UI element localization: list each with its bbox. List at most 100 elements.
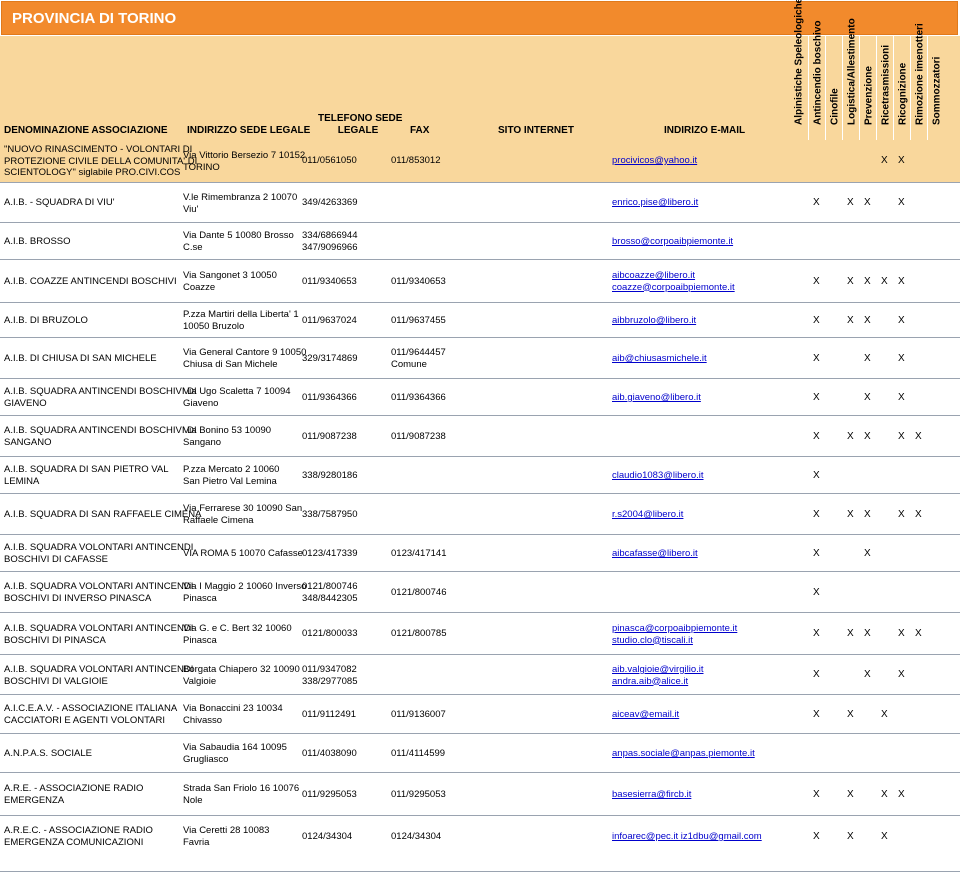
association-email-line[interactable]: aib.giaveno@libero.it [612, 392, 701, 404]
association-name-line: A.I.B. COAZZE ANTINCENDI BOSCHIVI [4, 276, 177, 287]
association-address-line: Via Sabaudia 164 10095 [183, 742, 287, 753]
skill-mark: X [864, 628, 871, 639]
association-fax: 011/9637455 [391, 315, 446, 327]
skill-mark: X [813, 831, 820, 842]
association-email[interactable]: anpas.sociale@anpas.piemonte.it [612, 748, 755, 760]
association-email-line[interactable]: aiceav@email.it [612, 709, 679, 721]
association-address-line: Grugliasco [183, 753, 229, 765]
association-name-line: BOSCHIVI DI VALGIOIE [4, 675, 108, 687]
association-email[interactable]: basesierra@fircb.it [612, 789, 691, 801]
association-email-line[interactable]: infoarec@pec.it iz1dbu@gmail.com [612, 831, 762, 843]
skill-mark: X [847, 831, 854, 842]
association-name: A.I.B. SQUADRA VOLONTARI ANTINCENDI BOSCH… [4, 623, 193, 646]
association-name-line: A.I.B. DI BRUZOLO [4, 315, 88, 326]
association-address-line: Valgioie [183, 675, 217, 687]
table-row: A.I.B. BROSSO Via Dante 5 10080 Brosso C.s… [0, 222, 960, 259]
association-name-line: A.I.B. SQUADRA ANTINCENDI BOSCHIVI DI [4, 425, 197, 436]
association-email-line[interactable]: brosso@corpoaibpiemonte.it [612, 236, 733, 248]
association-phone: 0121/800033 [302, 628, 357, 640]
association-email[interactable]: brosso@corpoaibpiemonte.it [612, 236, 733, 248]
association-fax-line: 011/9136007 [391, 709, 446, 720]
association-phone: 011/9340653 [302, 276, 357, 288]
association-address-line: Pinasca [183, 634, 217, 646]
association-phone-line: 011/9347082 [302, 664, 357, 675]
association-address-line: Via Ferrarese 30 10090 San [183, 503, 303, 514]
association-email[interactable]: aibbruzolo@libero.it [612, 315, 696, 327]
skill-mark: X [864, 431, 871, 442]
association-email-line[interactable]: anpas.sociale@anpas.piemonte.it [612, 748, 755, 760]
table-bottom-border [0, 871, 960, 872]
header-skill-divider [910, 36, 911, 140]
header-skill-label: Rimozione imenotteri [914, 23, 925, 125]
association-phone-line: 338/9280186 [302, 470, 358, 481]
association-name-line: A.R.E.C. - ASSOCIAZIONE RADIO [4, 825, 153, 836]
association-fax-line: Comune [391, 358, 427, 370]
association-email[interactable]: claudio1083@libero.it [612, 470, 704, 482]
association-fax-line: 011/9087238 [391, 431, 446, 442]
association-email-line[interactable]: aib.valgioie@virgilio.it [612, 664, 704, 676]
association-email-line[interactable]: aibcoazze@libero.it [612, 270, 735, 282]
association-email-line[interactable]: aibbruzolo@libero.it [612, 315, 696, 327]
association-email-line[interactable]: andra.aib@alice.it [612, 676, 704, 688]
association-email[interactable]: aibcoazze@libero.it coazze@corpoaibpiemon… [612, 270, 735, 293]
association-email-line[interactable]: procivicos@yahoo.it [612, 155, 697, 167]
header-skill-2: Cinofile [826, 36, 843, 140]
association-fax: 0121/800785 [391, 628, 446, 640]
association-email[interactable]: procivicos@yahoo.it [612, 155, 697, 167]
association-email[interactable]: enrico.pise@libero.it [612, 197, 698, 209]
association-email-line[interactable]: aibcafasse@libero.it [612, 548, 698, 560]
skill-mark: X [813, 587, 820, 598]
table-row: A.I.B. - SQUADRA DI VIU' V.le Rimembranza… [0, 182, 960, 222]
association-email[interactable]: infoarec@pec.it iz1dbu@gmail.com [612, 831, 762, 843]
association-name: A.R.E.C. - ASSOCIAZIONE RADIO EMERGENZA C… [4, 825, 153, 848]
association-email-line[interactable]: basesierra@fircb.it [612, 789, 691, 801]
association-email[interactable]: aiceav@email.it [612, 709, 679, 721]
association-phone-line: 011/9637024 [302, 315, 357, 326]
association-phone: 011/9295053 [302, 789, 357, 801]
association-email-line[interactable]: coazze@corpoaibpiemonte.it [612, 282, 735, 294]
skill-mark: X [881, 831, 888, 842]
association-email[interactable]: r.s2004@libero.it [612, 509, 683, 521]
skill-mark: X [813, 197, 820, 208]
association-email[interactable]: aib.giaveno@libero.it [612, 392, 701, 404]
association-address: Via Sabaudia 164 10095 Grugliasco [183, 742, 287, 765]
association-email-line[interactable]: studio.clo@tiscali.it [612, 635, 737, 647]
association-email-line[interactable]: enrico.pise@libero.it [612, 197, 698, 209]
association-email[interactable]: aibcafasse@libero.it [612, 548, 698, 560]
association-address-line: Giaveno [183, 397, 219, 409]
skill-mark: X [813, 628, 820, 639]
association-email-line[interactable]: pinasca@corpoaibpiemonte.it [612, 623, 737, 635]
association-address-line: Sangano [183, 436, 222, 448]
skill-mark: X [864, 669, 871, 680]
association-email-line[interactable]: aib@chiusasmichele.it [612, 353, 707, 365]
header-email: INDIRIZO E-MAIL [664, 125, 746, 136]
association-email-line[interactable]: claudio1083@libero.it [612, 470, 704, 482]
header-denominazione: DENOMINAZIONE ASSOCIAZIONE [4, 125, 168, 136]
association-name-line: EMERGENZA COMUNICAZIONI [4, 836, 144, 848]
association-address: Via G. e C. Bert 32 10060 Pinasca [183, 623, 292, 646]
association-email[interactable]: aib@chiusasmichele.it [612, 353, 707, 365]
skill-mark: X [813, 392, 820, 403]
association-name-line: A.I.C.E.A.V. - ASSOCIAZIONE ITALIANA [4, 703, 178, 714]
association-name-line: A.N.P.A.S. SOCIALE [4, 748, 93, 759]
association-phone: 011/9112491 [302, 709, 356, 721]
skill-mark: X [847, 431, 854, 442]
association-name: A.I.B. COAZZE ANTINCENDI BOSCHIVI [4, 276, 177, 288]
association-address-line: Via Dante 5 10080 Brosso [183, 230, 294, 241]
association-email[interactable]: aib.valgioie@virgilio.it andra.aib@alice.… [612, 664, 704, 687]
association-email-line[interactable]: r.s2004@libero.it [612, 509, 683, 521]
header-skill-label: Alpinistiche Speleologiche [793, 0, 804, 125]
association-phone: 0123/417339 [302, 548, 357, 560]
table-row: A.R.E. - ASSOCIAZIONE RADIO EMERGENZA Stra… [0, 772, 960, 815]
table-row: A.R.E.C. - ASSOCIAZIONE RADIO EMERGENZA C… [0, 815, 960, 856]
skill-mark: X [864, 197, 871, 208]
skill-mark: X [847, 509, 854, 520]
association-name-line: A.I.B. DI CHIUSA DI SAN MICHELE [4, 353, 157, 364]
skill-mark: X [915, 509, 922, 520]
association-name-line: A.I.B. SQUADRA VOLONTARI ANTINCENDI [4, 664, 194, 675]
association-address-line: Via Sangonet 3 10050 [183, 270, 277, 281]
skill-mark: X [881, 709, 888, 720]
association-name-line: GIAVENO [4, 397, 47, 409]
association-email[interactable]: pinasca@corpoaibpiemonte.it studio.clo@ti… [612, 623, 737, 646]
association-address-line: Borgata Chiapero 32 10090 [183, 664, 300, 675]
